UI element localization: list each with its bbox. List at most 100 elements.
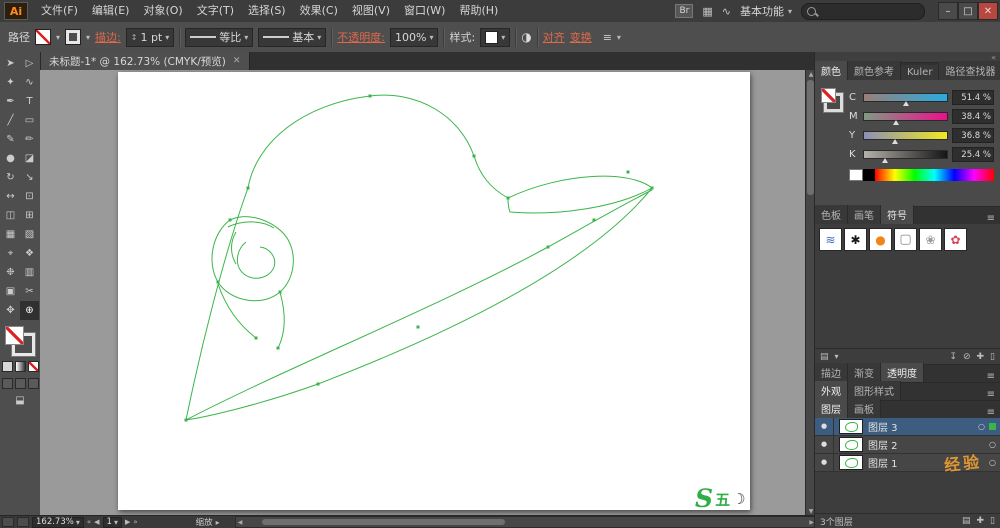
menu-file[interactable]: 文件(F) (34, 0, 85, 22)
shape-builder-tool[interactable]: ◫ (1, 206, 20, 225)
target-icon[interactable]: ○ (985, 440, 1000, 449)
scale-tool[interactable]: ↘ (20, 168, 39, 187)
cyan-value-field[interactable]: 51.4 % (952, 90, 994, 105)
perspective-grid-tool[interactable]: ⊞ (20, 206, 39, 225)
panel-menu-icon[interactable]: ≡ (982, 371, 1000, 382)
magenta-value-field[interactable]: 38.4 % (952, 109, 994, 124)
tab-graphic-styles[interactable]: 图形样式 (848, 381, 901, 400)
fill-stroke-widget[interactable] (5, 326, 36, 357)
layer-row[interactable]: ● 图层 3 ○ (815, 418, 1000, 436)
yellow-value-field[interactable]: 36.8 % (952, 128, 994, 143)
tab-gradient[interactable]: 渐变 (848, 363, 881, 382)
symbol-thumb-gear-flower[interactable]: ❀ (919, 228, 942, 251)
symbol-thumb-splatter[interactable]: ✱ (844, 228, 867, 251)
panel-menu-icon[interactable]: ≡ (982, 213, 1000, 224)
restore-button[interactable]: □ (958, 2, 978, 20)
yellow-slider[interactable] (863, 131, 948, 144)
brush-definition-dropdown[interactable]: 基本 ▾ (258, 27, 327, 47)
symbol-thumb-frame[interactable]: ▢ (894, 228, 917, 251)
status-widget[interactable] (17, 517, 29, 527)
artboard-number-field[interactable]: 1 ▾ (102, 516, 122, 528)
type-tool[interactable]: T (20, 92, 39, 111)
status-widget[interactable] (2, 517, 14, 527)
slider-thumb[interactable] (881, 158, 888, 163)
canvas-area[interactable]: S 五 ☽ (40, 70, 805, 516)
symbol-thumb-orb[interactable]: ● (869, 228, 892, 251)
menu-type[interactable]: 文字(T) (190, 0, 241, 22)
eye-icon[interactable]: ● (815, 454, 834, 471)
chevron-down-icon[interactable]: ▾ (56, 33, 60, 42)
tool-status[interactable]: 缩放 ▸ (196, 516, 220, 528)
panel-menu-icon[interactable]: ≡ (603, 31, 612, 44)
stroke-weight-field[interactable]: ↕ 1 pt ▾ (125, 27, 175, 47)
draw-behind-button[interactable] (14, 378, 26, 389)
color-button[interactable] (1, 361, 13, 372)
menu-effect[interactable]: 效果(C) (293, 0, 345, 22)
tab-artboards[interactable]: 画板 (848, 399, 881, 418)
tab-layers[interactable]: 图层 (815, 399, 848, 418)
mesh-tool[interactable]: ▦ (1, 225, 20, 244)
symbol-libraries-icon[interactable]: ▤ (820, 352, 829, 362)
minimize-button[interactable]: – (938, 2, 958, 20)
fill-swatch[interactable] (5, 326, 24, 345)
draw-normal-button[interactable] (1, 378, 13, 389)
recolor-artwork-icon[interactable]: ◑ (521, 30, 531, 44)
align-link[interactable]: 对齐 (543, 29, 565, 45)
new-layer-icon[interactable]: ✚ (977, 516, 985, 526)
screen-mode-button[interactable]: ⬓ (15, 395, 24, 406)
close-button[interactable]: ✕ (978, 2, 998, 20)
target-icon[interactable]: ○ (985, 458, 1000, 467)
tab-stroke[interactable]: 描边 (815, 363, 848, 382)
paintbrush-tool[interactable]: ✎ (1, 130, 20, 149)
tab-appearance[interactable]: 外观 (815, 381, 848, 400)
artboard[interactable] (118, 72, 750, 510)
layer-name[interactable]: 图层 3 (868, 419, 974, 434)
prev-artboard-icon[interactable]: ◀ (94, 518, 99, 526)
menu-help[interactable]: 帮助(H) (452, 0, 505, 22)
arrange-documents-icon[interactable]: ▦ (702, 5, 712, 18)
horizontal-scroll-thumb[interactable] (261, 519, 506, 525)
eye-icon[interactable]: ● (815, 436, 834, 453)
gradient-button[interactable] (14, 361, 26, 372)
chevron-down-icon[interactable]: ▾ (835, 352, 839, 361)
opacity-field[interactable]: 100% ▾ (390, 27, 439, 47)
cyan-slider[interactable] (863, 93, 948, 106)
width-profile-dropdown[interactable]: 等比 ▾ (185, 27, 254, 47)
scroll-left-icon[interactable]: ◀ (236, 519, 245, 526)
eraser-tool[interactable]: ◪ (20, 149, 39, 168)
stroke-panel-link[interactable]: 描边: (95, 29, 121, 45)
chevron-down-icon[interactable]: ▾ (429, 33, 433, 42)
eyedropper-tool[interactable]: ⌖ (1, 244, 20, 263)
width-tool[interactable]: ↔ (1, 187, 20, 206)
lasso-tool[interactable]: ∿ (20, 73, 39, 92)
hand-tool[interactable]: ✥ (1, 301, 20, 320)
delete-layer-icon[interactable]: ▯ (990, 516, 995, 526)
next-artboard-icon[interactable]: ▶ (125, 518, 130, 526)
vertical-scroll-thumb[interactable] (807, 80, 814, 195)
tab-kuler[interactable]: Kuler (901, 65, 940, 80)
close-tab-icon[interactable]: ✕ (233, 56, 241, 66)
zoom-tool[interactable]: ⊕ (20, 301, 39, 320)
menu-edit[interactable]: 编辑(E) (85, 0, 137, 22)
document-tab[interactable]: 未标题-1* @ 162.73% (CMYK/预览) ✕ (40, 52, 251, 70)
place-symbol-icon[interactable]: ↧ (949, 352, 957, 362)
last-artboard-icon[interactable]: » (133, 518, 137, 526)
symbol-sprayer-tool[interactable]: ❉ (1, 263, 20, 282)
zoom-field[interactable]: 162.73% ▾ (32, 516, 84, 528)
gradient-tool[interactable]: ▧ (20, 225, 39, 244)
line-segment-tool[interactable]: ╱ (1, 111, 20, 130)
none-button[interactable] (27, 361, 39, 372)
pen-tool[interactable]: ✒ (1, 92, 20, 111)
pencil-tool[interactable]: ✏ (20, 130, 39, 149)
rectangle-tool[interactable]: ▭ (20, 111, 39, 130)
direct-selection-tool[interactable]: ▷ (20, 54, 39, 73)
transform-link[interactable]: 变换 (570, 29, 592, 45)
slider-thumb[interactable] (892, 120, 899, 125)
workspace-switcher[interactable]: 基本功能 ▾ (740, 3, 792, 19)
panel-menu-icon[interactable]: ≡ (982, 389, 1000, 400)
first-artboard-icon[interactable]: « (87, 518, 91, 526)
tab-swatches[interactable]: 色板 (815, 205, 848, 224)
spinner-icon[interactable]: ↕ (131, 33, 138, 42)
delete-symbol-icon[interactable]: ▯ (990, 352, 995, 362)
selection-indicator[interactable] (989, 423, 996, 430)
